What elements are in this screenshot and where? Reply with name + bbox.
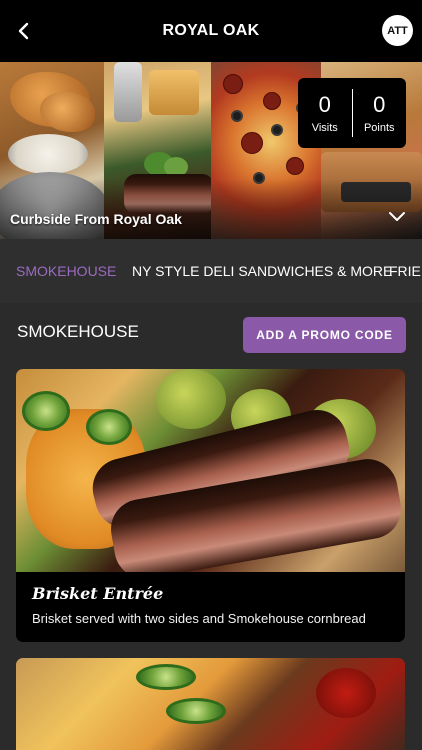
location-caption: Curbside From Royal Oak <box>10 211 182 227</box>
tab-smokehouse[interactable]: SMOKEHOUSE <box>16 263 116 279</box>
tab-ny-style-deli[interactable]: NY STYLE DELI SANDWICHES & MORE <box>132 263 392 279</box>
menu-item-description: Brisket served with two sides and Smokeh… <box>32 611 366 626</box>
add-promo-code-button[interactable]: ADD A PROMO CODE <box>243 317 406 353</box>
menu-item-name: Brisket Entrée <box>32 584 164 603</box>
hero-shade <box>0 179 422 239</box>
chevron-down-icon <box>389 211 405 221</box>
section-title: SMOKEHOUSE <box>17 322 139 341</box>
menu-item-card[interactable]: Brisket Entrée Brisket served with two s… <box>16 369 405 642</box>
points-count: 0 <box>373 92 386 117</box>
menu-item-card[interactable] <box>16 658 405 750</box>
expand-button[interactable] <box>384 206 410 226</box>
visits-label: Visits <box>311 122 338 134</box>
visits-count: 0 <box>318 92 331 117</box>
avatar[interactable]: ATT <box>382 15 413 46</box>
top-bar: ROYAL OAK ATT <box>0 0 422 62</box>
menu-item-image <box>16 369 405 572</box>
hero-banner: 0 Visits 0 Points Curbside From Royal Oa… <box>0 62 422 239</box>
page-title: ROYAL OAK <box>162 22 260 39</box>
visits-stat: 0 Visits <box>298 92 352 134</box>
points-label: Points <box>363 122 395 134</box>
loyalty-stats: 0 Visits 0 Points <box>298 78 406 148</box>
category-tabs: SMOKEHOUSE NY STYLE DELI SANDWICHES & MO… <box>0 239 422 303</box>
points-stat: 0 Points <box>352 92 406 134</box>
tab-fried[interactable]: FRIED <box>389 263 422 279</box>
